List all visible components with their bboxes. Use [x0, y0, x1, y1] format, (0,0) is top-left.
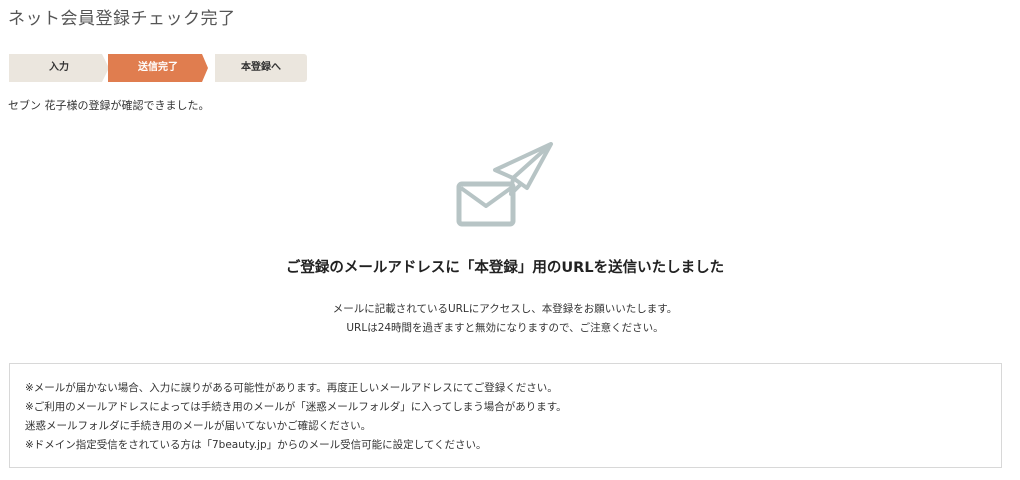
paper-plane-envelope-icon: [456, 142, 553, 227]
envelope-icon: [456, 181, 516, 227]
step-full-registration: 本登録へ: [215, 54, 307, 82]
description-line-1: メールに記載されているURLにアクセスし、本登録をお願いいたします。: [332, 303, 678, 315]
page-title: ネット会員登録チェック完了: [8, 9, 236, 29]
step-sent-complete: 送信完了: [108, 54, 208, 82]
step-input: 入力: [9, 54, 109, 82]
main-heading: ご登録のメールアドレスに「本登録」用のURLを送信いたしました: [285, 260, 725, 276]
registration-confirmed-text: セブン 花子様の登録が確認できました。: [8, 99, 210, 112]
progress-steps: 入力 送信完了 本登録へ: [9, 54, 307, 82]
notice-line: ※メールが届かない場合、入力に誤りがある可能性があります。再度正しいメールアドレ…: [25, 382, 558, 394]
description-line-2: URLは24時間を過ぎますと無効になりますので、ご注意ください。: [346, 322, 664, 334]
notice-line: 迷惑メールフォルダに手続き用のメールが届いてないかご確認ください。: [25, 420, 372, 432]
notice-box: ※メールが届かない場合、入力に誤りがある可能性があります。再度正しいメールアドレ…: [9, 363, 1002, 468]
page: ネット会員登録チェック完了 入力 送信完了 本登録へ セブン 花子様の登録が確認…: [0, 0, 1020, 480]
notice-line: ※ドメイン指定受信をされている方は「7beauty.jp」からのメール受信可能に…: [25, 439, 487, 451]
notice-line: ※ご利用のメールアドレスによっては手続き用のメールが「迷惑メールフォルダ」に入っ…: [25, 401, 567, 413]
